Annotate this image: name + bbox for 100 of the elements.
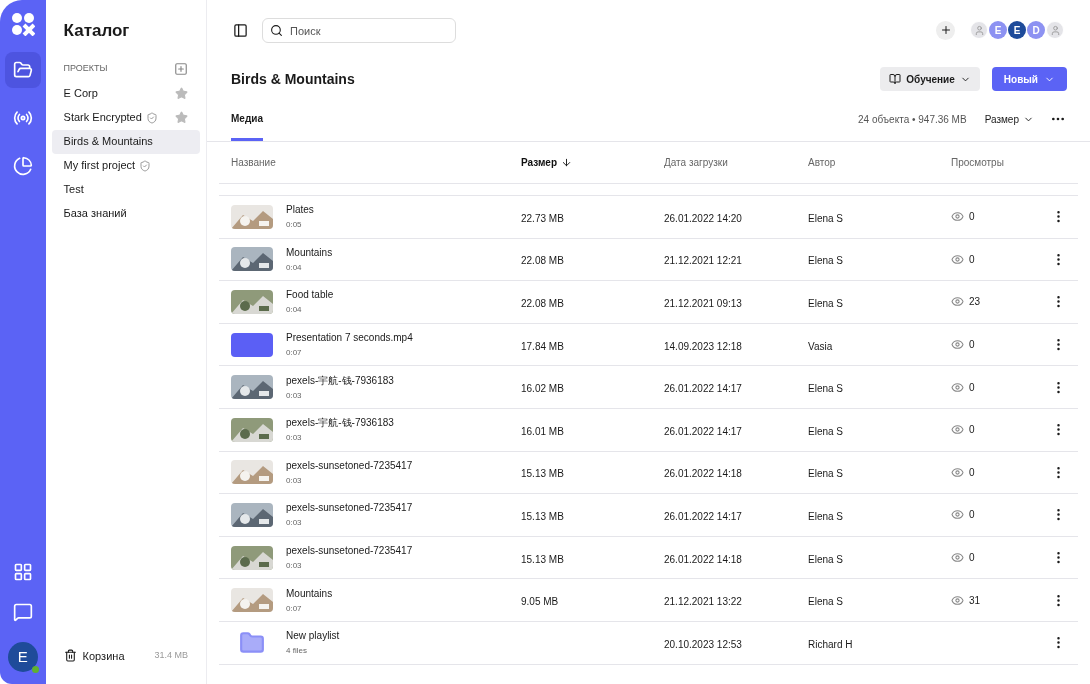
person-icon	[1049, 24, 1061, 36]
author-cell: Elena S	[808, 255, 844, 267]
author-cell: Richard H	[808, 638, 853, 650]
project-item[interactable]: Birds & Mountains	[51, 129, 200, 154]
date-cell: 14.09.2023 12:18	[664, 340, 742, 352]
user-avatar[interactable]: E	[7, 642, 38, 672]
media-name[interactable]: pexels-sunsetoned-7235417	[286, 457, 413, 473]
media-duration: 0:05	[286, 219, 303, 232]
eye-icon	[951, 252, 964, 266]
date-cell: 26.01.2022 14:18	[664, 468, 742, 480]
chat-icon[interactable]	[12, 602, 33, 622]
eye-icon	[951, 465, 964, 479]
apps-icon[interactable]	[12, 562, 33, 582]
author-cell: Elena S	[808, 212, 844, 224]
summary-text: 24 объекта • 947.36 MB	[858, 112, 967, 127]
member-avatar[interactable]: E	[1008, 21, 1026, 39]
views-cell-text: 0	[969, 252, 975, 267]
views-cell-text: 0	[969, 465, 975, 480]
add-project-icon[interactable]	[174, 61, 188, 76]
eye-icon	[951, 210, 964, 224]
sort-arrow-icon	[561, 157, 572, 168]
pie-chart-icon	[12, 156, 33, 176]
media-duration: 0:07	[286, 347, 303, 360]
size-cell: 16.01 MB	[521, 425, 564, 437]
eye-icon	[951, 338, 964, 352]
media-name[interactable]: pexels-宇航-钱-7936183	[286, 415, 394, 431]
media-name[interactable]: Plates	[286, 202, 314, 218]
media-name[interactable]: Food table	[286, 287, 334, 303]
size-cell: 16.02 MB	[521, 383, 564, 395]
author-cell: Elena S	[808, 468, 844, 480]
folder-icon	[12, 60, 33, 80]
views-cell-text: 0	[969, 210, 975, 225]
column-header[interactable]: Название	[231, 155, 521, 170]
media-name[interactable]: pexels-宇航-钱-7936183	[286, 372, 394, 388]
views-cell-text: 31	[969, 593, 981, 608]
author-cell: Elena S	[808, 383, 844, 395]
eye-icon	[951, 423, 964, 437]
column-header[interactable]: Размер	[521, 155, 664, 170]
size-cell: 22.08 MB	[521, 298, 564, 309]
sidebar-toggle-icon[interactable]	[233, 22, 248, 38]
sort-dropdown[interactable]: Размер	[984, 111, 1034, 127]
book-icon	[889, 73, 902, 85]
trash-label[interactable]: Корзина	[82, 647, 125, 664]
logo-icon	[10, 12, 35, 36]
date-cell: 20.10.2023 12:53	[664, 638, 742, 650]
star-icon[interactable]	[175, 87, 188, 100]
page-title: Birds & Mountains	[231, 69, 355, 89]
media-duration: 0:07	[286, 602, 303, 615]
section-label: ПРОЕКТЫ	[63, 61, 108, 75]
project-name: Birds & Mountains	[63, 134, 153, 150]
size-cell: 17.84 MB	[521, 340, 564, 352]
column-header[interactable]: Автор	[808, 155, 951, 170]
views-cell-text: 0	[969, 423, 975, 438]
new-button[interactable]: Новый	[991, 67, 1067, 91]
date-cell: 21.12.2021 13:22	[664, 596, 742, 608]
views-cell-text: 0	[969, 551, 975, 566]
views-cell-text: 0	[969, 380, 975, 395]
media-name[interactable]: Mountains	[286, 244, 333, 260]
author-cell: Elena S	[808, 510, 844, 522]
search-icon	[270, 23, 283, 37]
date-cell: 26.01.2022 14:18	[664, 553, 742, 565]
author-cell: Vasia	[808, 340, 833, 352]
project-name: My first project	[63, 158, 136, 174]
project-name: Stark Encrypted	[63, 110, 142, 126]
views-cell-text: 0	[969, 508, 975, 523]
date-cell: 26.01.2022 14:17	[664, 510, 742, 522]
media-name[interactable]: New playlist	[286, 628, 340, 644]
date-cell: 26.01.2022 14:20	[664, 212, 742, 224]
search-field[interactable]: Поиск	[262, 18, 456, 43]
trash-size: 31.4 MB	[154, 649, 188, 662]
project-name: E Corp	[63, 86, 98, 102]
views-cell-text: 23	[969, 295, 981, 310]
add-member-button[interactable]	[936, 20, 955, 40]
shield-icon	[139, 159, 152, 172]
column-header[interactable]: Дата загрузки	[664, 155, 808, 170]
size-cell: 9.05 MB	[521, 596, 559, 608]
date-cell: 21.12.2021 12:21	[664, 255, 742, 267]
media-name[interactable]: Mountains	[286, 585, 333, 601]
media-duration: 0:03	[286, 517, 303, 530]
size-cell: 15.13 MB	[521, 468, 564, 480]
tab[interactable]: Медиа	[231, 111, 263, 141]
person-icon	[973, 24, 985, 36]
media-name[interactable]: pexels-sunsetoned-7235417	[286, 500, 413, 516]
guide-button[interactable]: Обучение	[880, 67, 980, 91]
eye-icon	[951, 380, 964, 394]
star-icon[interactable]	[175, 111, 188, 124]
column-header[interactable]: Просмотры	[951, 155, 1051, 170]
eye-icon	[951, 295, 964, 309]
author-cell: Elena S	[808, 596, 844, 608]
shield-icon	[145, 111, 158, 124]
video-thumbnail	[231, 332, 273, 357]
size-cell: 15.13 MB	[521, 510, 564, 522]
folder-button[interactable]	[4, 52, 41, 88]
media-duration: 0:03	[286, 389, 303, 402]
media-name[interactable]: pexels-sunsetoned-7235417	[286, 543, 413, 559]
broadcast-icon	[12, 108, 33, 128]
size-cell: 15.13 MB	[521, 553, 564, 565]
views-cell-text: 0	[969, 338, 975, 353]
eye-icon	[951, 593, 964, 607]
media-name[interactable]: Presentation 7 seconds.mp4	[286, 330, 413, 346]
